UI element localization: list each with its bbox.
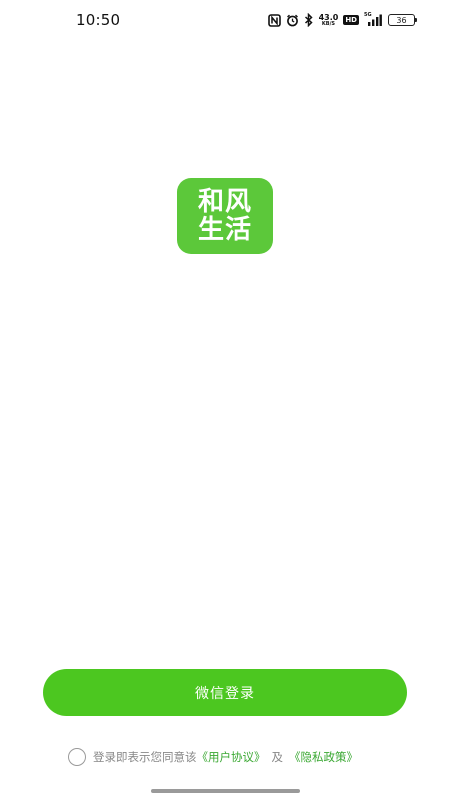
signal-5g-label: 5G xyxy=(364,11,372,18)
hd-badge: HD xyxy=(343,15,359,25)
battery-icon: 36 xyxy=(388,14,417,26)
status-time: 10:50 xyxy=(76,11,121,29)
wechat-login-button[interactable]: 微信登录 xyxy=(43,669,407,716)
bluetooth-icon xyxy=(304,13,314,27)
agreement-row: 登录即表示您同意该 《用户协议》 及 《隐私政策》 xyxy=(68,746,358,768)
nfc-icon xyxy=(267,13,281,27)
network-speed: 43.0 KB/S xyxy=(318,12,339,27)
user-agreement-link[interactable]: 《用户协议》 xyxy=(197,749,266,765)
network-speed-unit: KB/S xyxy=(321,20,336,27)
login-screen: 10:50 43.0 KB/S HD 5G 36 和风 生活 微信登录 登录即表… xyxy=(0,0,450,800)
agreement-separator: 及 xyxy=(271,750,284,764)
agreement-prefix-text: 登录即表示您同意该 xyxy=(93,750,197,764)
network-speed-value: 43.0 xyxy=(318,12,339,22)
home-indicator[interactable] xyxy=(151,789,300,793)
app-logo-line-1: 和风 xyxy=(197,187,252,217)
status-bar: 10:50 43.0 KB/S HD 5G 36 xyxy=(0,0,450,40)
app-logo: 和风 生活 xyxy=(177,178,273,254)
status-icons: 43.0 KB/S HD 5G 36 xyxy=(267,11,417,29)
battery-level: 36 xyxy=(396,15,407,25)
agreement-checkbox[interactable] xyxy=(68,748,86,766)
privacy-policy-link[interactable]: 《隐私政策》 xyxy=(289,749,358,765)
signal-icon: 5G xyxy=(364,11,382,27)
app-logo-line-2: 生活 xyxy=(197,215,252,245)
alarm-icon xyxy=(286,14,299,27)
